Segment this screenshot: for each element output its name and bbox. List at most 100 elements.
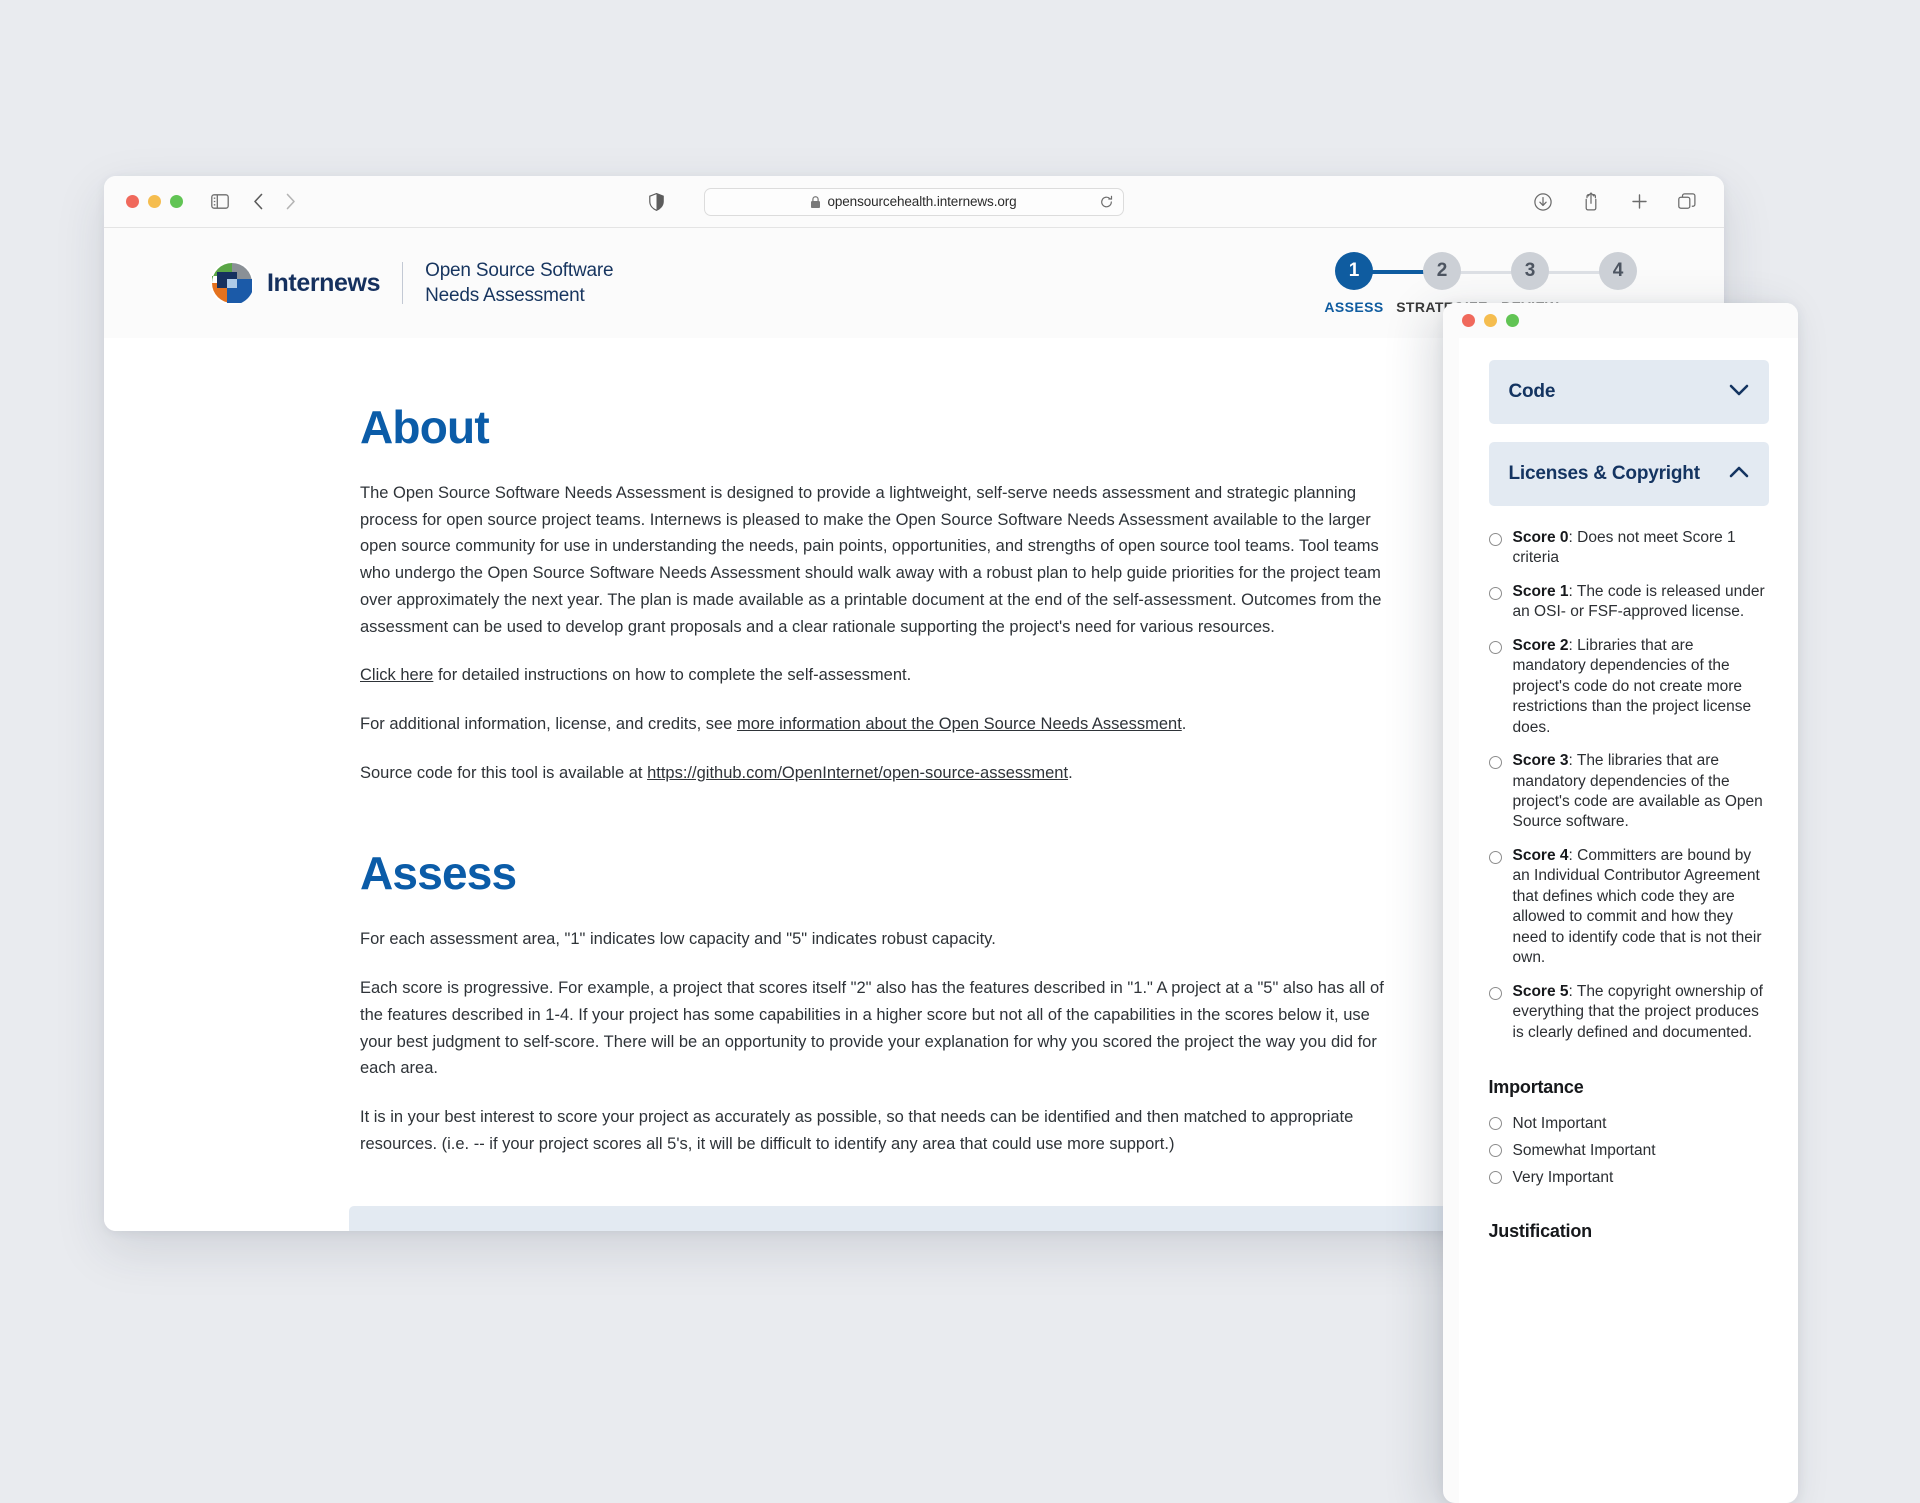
internews-logo-icon <box>208 259 256 307</box>
overlay-minimize-button[interactable] <box>1484 314 1497 327</box>
sidebar-toggle-icon[interactable] <box>205 187 235 217</box>
score-option-1-label: Score 1 <box>1512 582 1569 600</box>
brand-divider <box>402 262 404 304</box>
window-traffic-lights[interactable] <box>126 195 183 208</box>
assess-paragraph-3: It is in your best interest to score you… <box>360 1108 1354 1153</box>
overlay-body: Code Licenses & Copyright Score 0: Does … <box>1459 338 1798 1503</box>
step-2-number: 2 <box>1423 251 1461 290</box>
more-information-link[interactable]: more information about the Open Source N… <box>737 715 1182 733</box>
radio-icon[interactable] <box>1488 756 1502 770</box>
importance-option-somewhat-important-label: Somewhat Important <box>1512 1141 1656 1159</box>
score-option-0-label: Score 0 <box>1512 529 1569 546</box>
radio-icon[interactable] <box>1488 850 1502 864</box>
importance-option-somewhat-important[interactable]: Somewhat Important <box>1488 1141 1769 1160</box>
score-option-5[interactable]: Score 5: The copyright ownership of ever… <box>1488 982 1769 1043</box>
overlay-accordion-code[interactable]: Code <box>1488 360 1769 424</box>
score-option-0[interactable]: Score 0: Does not meet Score 1 criteria <box>1488 528 1769 569</box>
step-3-number: 3 <box>1511 251 1549 290</box>
tab-overview-icon[interactable] <box>1672 187 1702 217</box>
radio-icon[interactable] <box>1488 1117 1502 1131</box>
about-additional-info-line: For additional information, license, and… <box>360 711 1391 738</box>
overlay-close-button[interactable] <box>1462 314 1475 327</box>
about-instructions-line: Click here for detailed instructions on … <box>360 662 1391 689</box>
overlay-accordion-licenses-label: Licenses & Copyright <box>1508 463 1701 484</box>
score-option-4[interactable]: Score 4: Committers are bound by an Indi… <box>1488 846 1769 969</box>
forward-arrow-icon[interactable] <box>275 187 305 217</box>
importance-option-very-important-label: Very Important <box>1512 1168 1614 1186</box>
radio-icon[interactable] <box>1488 986 1502 1000</box>
radio-icon[interactable] <box>1488 586 1502 600</box>
brand-subtitle: Open Source Software Needs Assessment <box>425 258 613 308</box>
chevron-up-icon <box>1729 465 1749 483</box>
click-here-link[interactable]: Click here <box>360 666 433 684</box>
score-option-3-label: Score 3 <box>1512 752 1569 770</box>
overlay-score-list: Score 0: Does not meet Score 1 criteria … <box>1488 524 1769 1242</box>
download-icon[interactable] <box>1528 187 1558 217</box>
score-option-3-text: Score 3: The libraries that are mandator… <box>1513 751 1769 833</box>
score-option-1[interactable]: Score 1: The code is released under an O… <box>1488 582 1769 623</box>
importance-heading: Importance <box>1488 1076 1584 1097</box>
back-arrow-icon[interactable] <box>243 187 273 217</box>
chrome-right-toolbar <box>1528 187 1702 217</box>
plus-icon[interactable] <box>1624 187 1654 217</box>
minimize-window-button[interactable] <box>148 195 161 208</box>
about-additional-suffix: . <box>1181 715 1187 734</box>
chevron-down-icon <box>1729 383 1749 401</box>
radio-icon[interactable] <box>1488 640 1502 654</box>
overlay-accordion-code-label: Code <box>1508 381 1556 402</box>
score-option-2-text: Score 2: Libraries that are mandatory de… <box>1513 636 1769 738</box>
radio-icon[interactable] <box>1488 533 1502 546</box>
brand-lockup: Internews Open Source Software Needs Ass… <box>208 258 614 308</box>
radio-icon[interactable] <box>1488 1144 1502 1158</box>
step-1-number: 1 <box>1335 251 1373 290</box>
github-repository-link[interactable]: https://github.com/OpenInternet/open-sou… <box>647 764 1068 782</box>
importance-option-very-important[interactable]: Very Important <box>1488 1168 1769 1187</box>
share-icon[interactable] <box>1576 187 1606 217</box>
navigation-buttons[interactable] <box>243 187 305 217</box>
step-1-label: ASSESS <box>1324 298 1384 315</box>
overlay-traffic-lights[interactable] <box>1462 314 1519 327</box>
about-source-code-line: Source code for this tool is available a… <box>360 760 1391 787</box>
close-window-button[interactable] <box>126 195 139 208</box>
importance-option-not-important[interactable]: Not Important <box>1488 1114 1769 1133</box>
assess-paragraph-2: Each score is progressive. For example, … <box>360 979 1384 1078</box>
accordion-code[interactable]: Code <box>349 1205 1454 1232</box>
address-bar[interactable]: opensourcehealth.internews.org <box>704 187 1124 216</box>
step-4[interactable]: 4 <box>1530 251 1662 299</box>
step-4-number: 4 <box>1599 251 1637 290</box>
address-bar-url: opensourcehealth.internews.org <box>827 194 1017 209</box>
score-option-3[interactable]: Score 3: The libraries that are mandator… <box>1488 751 1769 833</box>
maximize-window-button[interactable] <box>170 195 183 208</box>
reload-icon[interactable] <box>1100 195 1113 208</box>
score-option-4-desc: : Committers are bound by an Individual … <box>1512 846 1762 967</box>
assess-paragraph-1: For each assessment area, "1" indicates … <box>360 930 996 949</box>
overlay-maximize-button[interactable] <box>1506 314 1519 327</box>
overlay-accordion-licenses[interactable]: Licenses & Copyright <box>1488 442 1769 506</box>
browser-chrome-bar: opensourcehealth.internews.org <box>104 176 1724 228</box>
about-paragraph-1: The Open Source Software Needs Assessmen… <box>360 484 1382 636</box>
score-option-2-label: Score 2 <box>1512 636 1569 654</box>
brand-name: Internews <box>267 268 381 297</box>
privacy-shield-icon[interactable] <box>641 187 671 217</box>
page-title-about: About <box>360 401 490 453</box>
score-option-0-text: Score 0: Does not meet Score 1 criteria <box>1513 528 1769 569</box>
about-source-suffix: . <box>1068 763 1073 782</box>
score-option-5-text: Score 5: The copyright ownership of ever… <box>1513 982 1769 1043</box>
score-option-4-text: Score 4: Committers are bound by an Indi… <box>1513 846 1769 969</box>
score-option-5-label: Score 5 <box>1512 982 1569 1000</box>
score-option-2[interactable]: Score 2: Libraries that are mandatory de… <box>1488 636 1769 738</box>
accordion-code-label: Code <box>373 1229 425 1232</box>
step-1-assess[interactable]: 1 ASSESS <box>1310 251 1398 315</box>
page-title-assess: Assess <box>360 847 517 900</box>
radio-icon[interactable] <box>1488 1171 1502 1185</box>
justification-heading: Justification <box>1488 1220 1593 1241</box>
overlay-chrome-bar <box>1443 303 1798 338</box>
score-option-1-text: Score 1: The code is released under an O… <box>1513 582 1769 623</box>
overlay-window: Code Licenses & Copyright Score 0: Does … <box>1443 303 1798 1503</box>
score-option-4-label: Score 4 <box>1512 846 1569 864</box>
content-card: About The Open Source Software Needs Ass… <box>261 338 1454 1232</box>
importance-option-not-important-label: Not Important <box>1512 1114 1607 1132</box>
about-instructions-rest: for detailed instructions on how to comp… <box>433 666 912 685</box>
brand-subtitle-line1: Open Source Software <box>425 259 614 281</box>
about-source-prefix: Source code for this tool is available a… <box>360 763 648 782</box>
